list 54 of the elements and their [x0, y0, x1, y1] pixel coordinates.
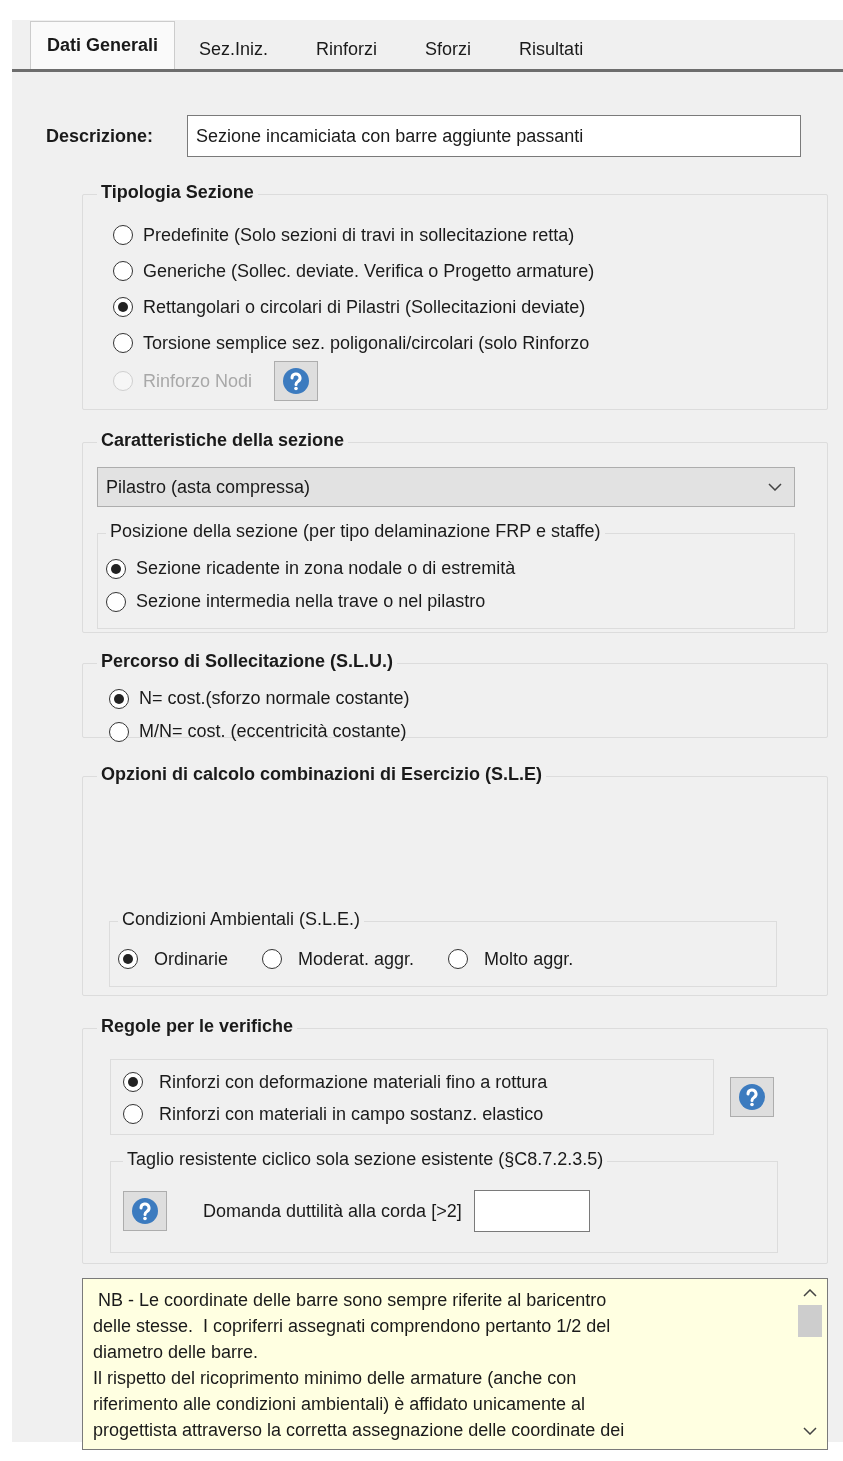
tab[interactable]: Sez.Iniz.	[175, 29, 293, 69]
help-icon	[282, 367, 311, 395]
tab[interactable]: Risultati	[495, 29, 608, 69]
radio-label: Ordinarie	[154, 948, 229, 970]
group-title: Posizione della sezione (per tipo delaminazione FRP e staffe)	[106, 521, 605, 542]
scroll-down-icon[interactable]	[803, 1427, 817, 1435]
radio-label: Rinforzi con deformazione materiali fino a rottura	[159, 1071, 548, 1093]
radio-label: Generiche (Sollec. deviate. Verifica o Progetto armature)	[143, 260, 595, 282]
tab[interactable]: Rinforzi	[292, 29, 402, 69]
ductility-field[interactable]	[473, 1190, 590, 1232]
help-button[interactable]	[123, 1191, 167, 1231]
radio-label: M/N= cost. (eccentricità costante)	[139, 721, 407, 742]
radio-button[interactable]	[123, 1072, 143, 1092]
description-field[interactable]: Sezione incamiciata con barre aggiunte passanti	[187, 115, 802, 157]
radio-button[interactable]	[113, 261, 133, 281]
radio-label: Molto aggr.	[484, 948, 574, 970]
radio-label: N= cost.(sforzo normale costante)	[139, 688, 410, 709]
radio-button[interactable]	[262, 949, 283, 969]
radio-button[interactable]	[448, 949, 469, 969]
radio-button[interactable]	[113, 225, 133, 245]
radio-label: Predefinite (Solo sezioni di travi in sollecitazione retta)	[143, 224, 575, 246]
description-label: Descrizione:	[46, 125, 154, 147]
tab[interactable]: Dati Generali	[30, 21, 176, 69]
ductility-label: Domanda duttilità alla corda [>2]	[203, 1200, 462, 1222]
radio-button[interactable]	[113, 333, 133, 353]
tab[interactable]: Sforzi	[401, 29, 496, 69]
radio-button[interactable]	[123, 1104, 143, 1124]
group-title: Percorso di Sollecitazione (S.L.U.)	[97, 651, 398, 672]
radio-label: Torsione semplice sez. poligonali/circolari (solo Rinforzo	[143, 332, 590, 354]
group-title: Regole per le verifiche	[97, 1016, 298, 1037]
scrollbar-thumb[interactable]	[798, 1305, 822, 1337]
radio-label: Sezione intermedia nella trave o nel pilastro	[136, 591, 486, 612]
radio-button[interactable]	[106, 591, 126, 612]
radio-label: Sezione ricadente in zona nodale o di estremità	[136, 558, 516, 579]
radio-button[interactable]	[109, 688, 129, 709]
radio-button[interactable]	[109, 721, 129, 742]
radio-button[interactable]	[118, 949, 138, 969]
group-title: Taglio resistente ciclico sola sezione esistente (§C8.7.2.3.5)	[123, 1149, 608, 1170]
radio-label: Rettangolari o circolari di Pilastri (Sollecitazioni deviate)	[143, 296, 586, 318]
chevron-down-icon	[768, 483, 782, 491]
help-icon	[131, 1197, 159, 1225]
help-icon	[738, 1083, 766, 1111]
group-title: Tipologia Sezione	[97, 182, 258, 203]
radio-label: Moderat. aggr.	[298, 948, 415, 970]
group-title: Condizioni Ambientali (S.L.E.)	[118, 909, 365, 930]
scroll-up-icon[interactable]	[803, 1289, 817, 1297]
section-type-dropdown[interactable]: Pilastro (asta compressa)	[97, 467, 795, 507]
radio-label: Rinforzi con materiali in campo sostanz. elastico	[159, 1103, 544, 1125]
radio-label: Rinforzo Nodi	[143, 370, 253, 392]
radio-button[interactable]	[113, 297, 133, 317]
group-title: Opzioni di calcolo combinazioni di Esercizio (S.L.E)	[97, 764, 547, 785]
help-button[interactable]	[730, 1077, 774, 1117]
note-text: NB - Le coordinate delle barre sono sempre riferite al baricentro delle stesse. I copriferri assegnati comprendono pertanto 1/2 del diametro delle barre. Il rispetto del ricoprimento minimo delle armature (anche con riferimento alle condizioni ambientali) è affidato unicamente al progettista attraverso la corretta assegnazione delle coordinate dei	[92, 1289, 626, 1442]
radio-button[interactable]	[106, 558, 126, 579]
